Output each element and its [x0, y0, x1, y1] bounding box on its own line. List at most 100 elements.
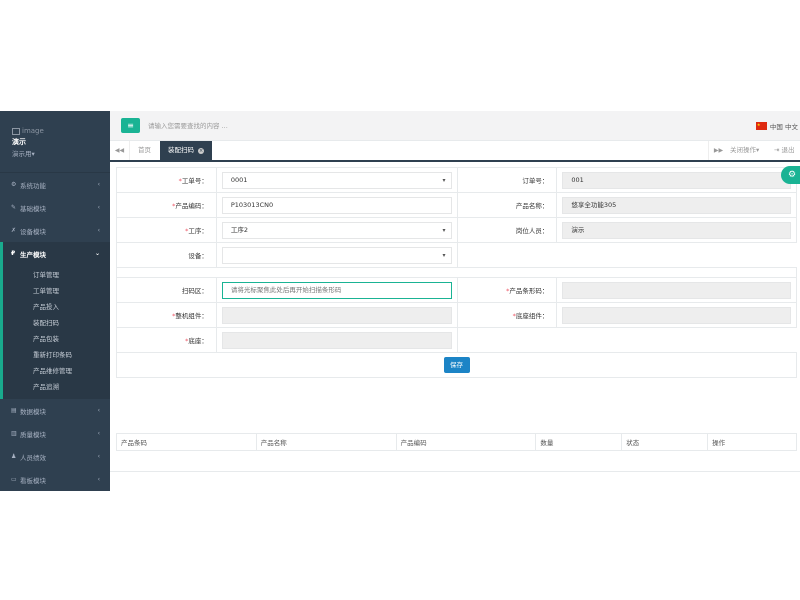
chevron-left-icon: ‹ [97, 227, 100, 234]
avatar: image [12, 127, 110, 135]
gear-icon: ⚙ [787, 170, 797, 180]
process-select[interactable]: 工序2 [221, 221, 452, 239]
submenu-item-work-order[interactable]: 工单管理 [3, 283, 110, 299]
caret-down-icon: ▾ [756, 146, 760, 154]
product-name-label: 产品名称： [456, 192, 558, 218]
chevron-left-icon: ‹ [97, 453, 100, 460]
submenu-item-trace[interactable]: 产品追溯 [3, 379, 110, 395]
column-header[interactable]: 产品条码 [116, 433, 257, 451]
sidebar-item-label: 数据模块 [20, 407, 46, 416]
sidebar-item-quality[interactable]: ▥ 质量模块 ‹ [0, 422, 110, 445]
chassis-label-text: 整机组件： [175, 312, 208, 320]
product-code-label-text: 产品编码： [175, 202, 208, 210]
order-no-field: 001 [562, 171, 791, 189]
base-label-text: 底座： [188, 337, 208, 345]
sidebar-item-label: 基础模块 [20, 204, 46, 213]
search-input[interactable] [148, 120, 348, 132]
chassis-label: *整机组件： [116, 302, 217, 328]
user-role-dropdown[interactable]: 演示用▾ [12, 148, 110, 158]
assembly-scan-form: *工单号： 0001 订单号： 001 *产品编码： P103013CN0 产品… [116, 167, 797, 378]
base-label: *底座： [116, 327, 217, 353]
process-label: *工序： [116, 217, 217, 243]
settings-button[interactable]: ⚙ [781, 166, 800, 184]
app-window: image 演示 演示用▾ ⚙ 系统功能 ‹ ✎ 基础模块 ‹ ✗ 设备模块 ‹… [0, 111, 800, 491]
device-label: 设备： [116, 242, 217, 268]
submenu-item-packaging[interactable]: 产品包装 [3, 331, 110, 347]
wrench-icon: ✎ [11, 204, 17, 211]
chassis-field [221, 306, 452, 324]
product-code-field[interactable]: P103013CN0 [221, 196, 452, 214]
user-profile: image 演示 演示用▾ [0, 111, 110, 173]
position-staff-label: 岗位人员： [456, 217, 558, 243]
work-order-label-text: 工单号： [181, 177, 208, 185]
chevron-down-icon: ⌄ [94, 250, 100, 257]
barcode-label: *产品条形码： [456, 277, 558, 303]
monitor-icon: ▭ [11, 476, 17, 483]
image-icon [12, 127, 20, 135]
tab-scroll-right-button[interactable]: ▶▶ [708, 141, 728, 160]
logout-button[interactable]: ⇥ 退出 [774, 141, 795, 160]
tool-icon: ✗ [11, 227, 17, 234]
barcode-label-text: 产品条形码： [509, 287, 549, 295]
seat-part-field [562, 306, 791, 324]
submenu-item-reprint[interactable]: 重新打印条码 [3, 347, 110, 363]
avatar-alt-text: image [22, 127, 44, 135]
production-submenu: 订单管理 工单管理 产品投入 装配扫码 产品包装 重新打印条码 产品维修管理 产… [0, 265, 110, 399]
submenu-item-assembly-scan[interactable]: 装配扫码 [3, 315, 110, 331]
file-icon: ▤ [11, 407, 17, 414]
barcode-field [562, 281, 791, 299]
tab-home[interactable]: 首页 [130, 141, 159, 160]
product-table: 产品条码 产品名称 产品编码 数量 状态 操作 [116, 433, 797, 451]
scan-input[interactable] [221, 281, 452, 299]
user-name: 演示 [12, 138, 26, 146]
double-chevron-left-icon: ◀◀ [114, 147, 125, 154]
chevron-left-icon: ‹ [97, 476, 100, 483]
seat-part-label-text: 底座组件： [515, 312, 549, 320]
process-label-text: 工序： [188, 227, 208, 235]
user-role-label: 演示用 [12, 150, 32, 158]
column-header[interactable]: 状态 [621, 433, 709, 451]
sidebar-item-device[interactable]: ✗ 设备模块 ‹ [0, 219, 110, 242]
save-button[interactable]: 保存 [443, 357, 470, 373]
work-order-label: *工单号： [116, 167, 217, 193]
column-header[interactable]: 产品编码 [395, 433, 537, 451]
sidebar-item-system[interactable]: ⚙ 系统功能 ‹ [0, 173, 110, 196]
position-staff-field: 演示 [562, 221, 791, 239]
close-icon[interactable]: × [198, 148, 205, 154]
chevron-left-icon: ‹ [97, 407, 100, 414]
column-header[interactable]: 操作 [707, 433, 797, 451]
column-header[interactable]: 产品名称 [255, 433, 397, 451]
language-selector[interactable]: 中国 中文 [755, 121, 798, 131]
sidebar-item-production[interactable]: ₽ 生产模块 ⌄ [0, 242, 110, 265]
sidebar-item-label: 生产模块 [20, 250, 46, 259]
language-label: 中国 中文 [769, 123, 798, 131]
caret-down-icon: ▾ [31, 150, 35, 158]
sidebar-item-label: 看板模块 [20, 476, 46, 485]
sidebar-item-label: 质量模块 [20, 430, 46, 439]
bar-chart-icon: ▥ [11, 430, 17, 437]
work-order-select[interactable]: 0001 [221, 171, 452, 189]
china-flag-icon [755, 122, 767, 130]
tab-scroll-left-button[interactable]: ◀◀ [110, 141, 130, 160]
submenu-item-repair[interactable]: 产品维修管理 [3, 363, 110, 379]
order-no-label: 订单号： [456, 167, 558, 193]
sidebar-item-performance[interactable]: ♟ 人员绩效 ‹ [0, 445, 110, 468]
sidebar-item-basic[interactable]: ✎ 基础模块 ‹ [0, 196, 110, 219]
sidebar-item-data[interactable]: ▤ 数据模块 ‹ [0, 399, 110, 422]
close-operations-dropdown[interactable]: 关闭操作▾ [730, 141, 759, 160]
submenu-item-order[interactable]: 订单管理 [3, 267, 110, 283]
table-header-row: 产品条码 产品名称 产品编码 数量 状态 操作 [116, 433, 797, 451]
submenu-item-product-input[interactable]: 产品投入 [3, 299, 110, 315]
product-name-field: 悠享全功能305 [562, 196, 791, 214]
sidebar-item-dashboard[interactable]: ▭ 看板模块 ‹ [0, 468, 110, 491]
base-field [221, 331, 452, 349]
chevron-left-icon: ‹ [97, 204, 100, 211]
tab-assembly-scan[interactable]: 装配扫码 × [160, 141, 213, 160]
menu-toggle-button[interactable]: ≡ [121, 118, 140, 133]
sign-out-icon: ⇥ [774, 146, 782, 154]
column-header[interactable]: 数量 [535, 433, 623, 451]
device-select[interactable] [221, 246, 452, 264]
product-code-label: *产品编码： [116, 192, 217, 218]
double-chevron-right-icon: ▶▶ [713, 147, 724, 154]
chevron-left-icon: ‹ [97, 430, 100, 437]
